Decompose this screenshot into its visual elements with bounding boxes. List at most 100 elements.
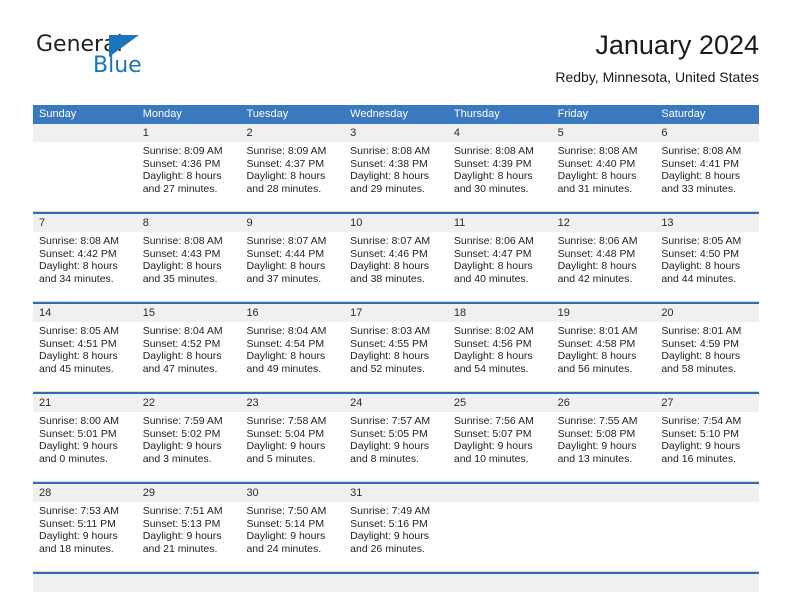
day-sunset-text: Sunset: 4:39 PM: [453, 157, 532, 170]
calendar-week-row: 7 Sunrise: 8:08 AM Sunset: 4:42 PM Daylight…: [33, 212, 760, 302]
day-sun-info: Sunrise: 8:07 AM Sunset: 4:46 PM Daylight:…: [344, 232, 448, 285]
day-sun-info: Sunrise: 8:04 AM Sunset: 4:54 PM Daylight:…: [240, 322, 344, 375]
day-cell[interactable]: 9 Sunrise: 8:07 AM Sunset: 4:44 PM Daylight…: [240, 214, 345, 302]
general-blue-logo[interactable]: General Blue: [33, 32, 243, 90]
day-cell[interactable]: 18 Sunrise: 8:02 AM Sunset: 4:56 PM Dayligh…: [447, 304, 552, 392]
day-cell[interactable]: 30 Sunrise: 7:50 AM Sunset: 5:14 PM Dayligh…: [240, 484, 345, 572]
day-daylight-2-text: and 10 minutes.: [453, 452, 529, 465]
day-sun-info: Sunrise: 7:54 AM Sunset: 5:10 PM Daylight:…: [655, 412, 759, 465]
day-daylight-1-text: Daylight: 8 hours: [246, 350, 326, 363]
day-daylight-1-text: Daylight: 9 hours: [39, 530, 118, 543]
day-sunset-text: Sunset: 5:16 PM: [350, 517, 428, 530]
calendar-footer-band: [33, 574, 759, 592]
day-cell[interactable]: 2 Sunrise: 8:09 AM Sunset: 4:37 PM Daylight…: [240, 124, 345, 212]
day-cell[interactable]: 1 Sunrise: 8:09 AM Sunset: 4:36 PM Daylight…: [136, 124, 241, 212]
day-daylight-1-text: Daylight: 8 hours: [246, 170, 326, 183]
day-daylight-1-text: Daylight: 8 hours: [661, 170, 741, 183]
day-sunset-text: Sunset: 5:02 PM: [142, 427, 221, 440]
day-number: 18: [447, 304, 552, 322]
day-number: 27: [655, 394, 760, 412]
day-cell[interactable]: 25 Sunrise: 7:56 AM Sunset: 5:07 PM Dayligh…: [447, 394, 552, 482]
day-cell[interactable]: 16 Sunrise: 8:04 AM Sunset: 4:54 PM Dayligh…: [240, 304, 345, 392]
day-sunset-text: Sunset: 4:51 PM: [39, 337, 117, 350]
day-sunset-text: Sunset: 4:50 PM: [661, 247, 739, 260]
day-daylight-2-text: and 45 minutes.: [39, 362, 114, 375]
day-cell[interactable]: 28 Sunrise: 7:53 AM Sunset: 5:11 PM Dayligh…: [33, 484, 137, 572]
day-number: 17: [344, 304, 448, 322]
day-daylight-2-text: and 49 minutes.: [246, 362, 322, 375]
calendar-week-cells: 21 Sunrise: 8:00 AM Sunset: 5:01 PM Dayligh…: [33, 394, 760, 482]
day-cell[interactable]: 26 Sunrise: 7:55 AM Sunset: 5:08 PM Dayligh…: [551, 394, 656, 482]
calendar-week-cells: 7 Sunrise: 8:08 AM Sunset: 4:42 PM Daylight…: [33, 214, 760, 302]
day-cell[interactable]: 23 Sunrise: 7:58 AM Sunset: 5:04 PM Dayligh…: [240, 394, 345, 482]
day-number: 4: [447, 124, 552, 142]
day-of-week-saturday: Saturday: [661, 108, 706, 120]
day-cell[interactable]: 10 Sunrise: 8:07 AM Sunset: 4:46 PM Dayligh…: [344, 214, 448, 302]
day-cell[interactable]: 21 Sunrise: 8:00 AM Sunset: 5:01 PM Dayligh…: [33, 394, 137, 482]
page-header: General Blue January 2024 Redby, Minneso…: [33, 28, 759, 96]
day-sunrise-text: Sunrise: 8:07 AM: [350, 235, 431, 247]
day-number: 30: [240, 484, 345, 502]
day-sunset-text: Sunset: 5:08 PM: [557, 427, 636, 440]
day-cell[interactable]: 4 Sunrise: 8:08 AM Sunset: 4:39 PM Daylight…: [447, 124, 552, 212]
day-daylight-1-text: Daylight: 9 hours: [350, 440, 429, 453]
day-cell[interactable]: 15 Sunrise: 8:04 AM Sunset: 4:52 PM Dayligh…: [136, 304, 241, 392]
day-cell[interactable]: 31 Sunrise: 7:49 AM Sunset: 5:16 PM Dayligh…: [344, 484, 448, 572]
day-daylight-1-text: Daylight: 9 hours: [39, 440, 118, 453]
day-sunrise-text: Sunrise: 7:54 AM: [661, 415, 742, 427]
day-sun-info: [33, 142, 137, 145]
day-cell[interactable]: 7 Sunrise: 8:08 AM Sunset: 4:42 PM Daylight…: [33, 214, 137, 302]
day-cell[interactable]: 17 Sunrise: 8:03 AM Sunset: 4:55 PM Dayligh…: [344, 304, 448, 392]
day-sun-info: Sunrise: 8:08 AM Sunset: 4:40 PM Daylight:…: [552, 142, 656, 195]
day-cell[interactable]: 22 Sunrise: 7:59 AM Sunset: 5:02 PM Dayligh…: [136, 394, 241, 482]
day-sun-info: Sunrise: 8:03 AM Sunset: 4:55 PM Daylight:…: [344, 322, 448, 375]
day-cell[interactable]: 5 Sunrise: 8:08 AM Sunset: 4:40 PM Daylight…: [551, 124, 656, 212]
day-number: 29: [136, 484, 241, 502]
day-cell[interactable]: 14 Sunrise: 8:05 AM Sunset: 4:51 PM Dayligh…: [33, 304, 137, 392]
day-sunrise-text: Sunrise: 8:01 AM: [557, 325, 638, 337]
day-cell-empty: [655, 484, 760, 572]
day-cell[interactable]: 13 Sunrise: 8:05 AM Sunset: 4:50 PM Dayligh…: [655, 214, 760, 302]
day-daylight-1-text: Daylight: 8 hours: [39, 350, 118, 363]
day-cell[interactable]: 20 Sunrise: 8:01 AM Sunset: 4:59 PM Dayligh…: [655, 304, 760, 392]
day-number: 1: [136, 124, 241, 142]
day-sunset-text: Sunset: 5:04 PM: [246, 427, 325, 440]
day-daylight-2-text: and 52 minutes.: [350, 362, 425, 375]
day-cell[interactable]: 24 Sunrise: 7:57 AM Sunset: 5:05 PM Dayligh…: [344, 394, 448, 482]
day-number: 8: [136, 214, 241, 232]
day-sun-info: Sunrise: 7:53 AM Sunset: 5:11 PM Daylight:…: [33, 502, 137, 555]
calendar-week-cells: 1 Sunrise: 8:09 AM Sunset: 4:36 PM Daylight…: [33, 124, 760, 212]
calendar-week-row: 14 Sunrise: 8:05 AM Sunset: 4:51 PM Dayligh…: [33, 302, 760, 392]
day-cell[interactable]: 8 Sunrise: 8:08 AM Sunset: 4:43 PM Daylight…: [136, 214, 241, 302]
day-daylight-1-text: Daylight: 9 hours: [350, 530, 429, 543]
day-sunset-text: Sunset: 4:44 PM: [246, 247, 325, 260]
day-cell[interactable]: 12 Sunrise: 8:06 AM Sunset: 4:48 PM Dayligh…: [551, 214, 656, 302]
day-daylight-2-text: and 40 minutes.: [453, 272, 529, 285]
day-number: 26: [551, 394, 656, 412]
day-daylight-1-text: Daylight: 8 hours: [39, 260, 118, 273]
day-cell[interactable]: 6 Sunrise: 8:08 AM Sunset: 4:41 PM Daylight…: [655, 124, 760, 212]
day-sunrise-text: Sunrise: 8:08 AM: [661, 145, 742, 157]
day-daylight-1-text: Daylight: 9 hours: [246, 530, 326, 543]
day-daylight-1-text: Daylight: 8 hours: [557, 260, 637, 273]
day-daylight-2-text: and 21 minutes.: [142, 542, 218, 555]
day-sun-info: Sunrise: 7:57 AM Sunset: 5:05 PM Daylight:…: [344, 412, 448, 465]
day-sunrise-text: Sunrise: 8:01 AM: [661, 325, 742, 337]
day-cell[interactable]: 3 Sunrise: 8:08 AM Sunset: 4:38 PM Daylight…: [344, 124, 448, 212]
day-sun-info: Sunrise: 8:08 AM Sunset: 4:41 PM Daylight:…: [655, 142, 759, 195]
day-daylight-2-text: and 35 minutes.: [142, 272, 218, 285]
day-cell[interactable]: 27 Sunrise: 7:54 AM Sunset: 5:10 PM Dayligh…: [655, 394, 760, 482]
day-sunrise-text: Sunrise: 8:05 AM: [661, 235, 742, 247]
day-daylight-1-text: Daylight: 8 hours: [453, 350, 533, 363]
day-daylight-1-text: Daylight: 8 hours: [557, 350, 637, 363]
day-cell[interactable]: 19 Sunrise: 8:01 AM Sunset: 4:58 PM Dayligh…: [551, 304, 656, 392]
day-sunset-text: Sunset: 4:42 PM: [39, 247, 117, 260]
day-number: 12: [551, 214, 656, 232]
day-daylight-1-text: Daylight: 8 hours: [350, 350, 429, 363]
day-sun-info: Sunrise: 7:50 AM Sunset: 5:14 PM Daylight:…: [240, 502, 344, 555]
day-cell[interactable]: 29 Sunrise: 7:51 AM Sunset: 5:13 PM Dayligh…: [136, 484, 241, 572]
day-number: [33, 124, 137, 142]
day-cell[interactable]: 11 Sunrise: 8:06 AM Sunset: 4:47 PM Dayligh…: [447, 214, 552, 302]
day-number: 16: [240, 304, 345, 322]
day-sunset-text: Sunset: 4:43 PM: [142, 247, 221, 260]
